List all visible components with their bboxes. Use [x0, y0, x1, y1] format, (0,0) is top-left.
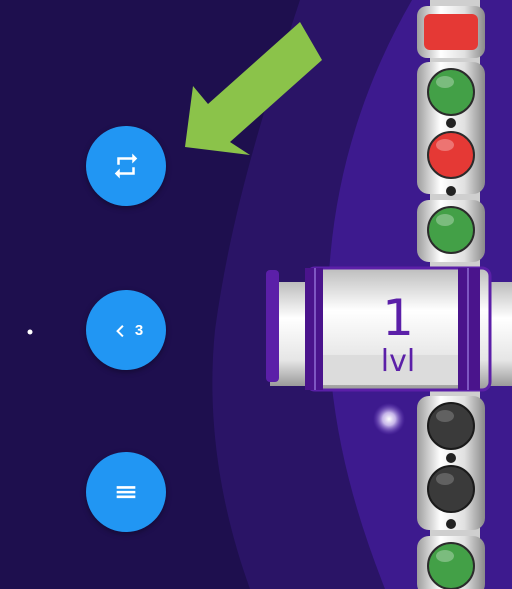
- sparkle: [27, 329, 33, 335]
- menu-button[interactable]: [86, 452, 166, 532]
- light-module-1: [417, 62, 485, 196]
- top-cap: [417, 6, 485, 58]
- light-module-4: [417, 536, 485, 589]
- restart-button[interactable]: [86, 126, 166, 206]
- light-module-2: [417, 200, 485, 262]
- level-number: 1: [382, 289, 414, 347]
- level-label: lvl: [380, 344, 416, 379]
- undo-count: 3: [134, 321, 144, 339]
- light-module-3: [417, 396, 485, 530]
- chevron-left-icon: [109, 319, 131, 341]
- undo-button[interactable]: 3: [86, 290, 166, 370]
- glow-orb: [373, 403, 405, 435]
- menu-icon: [112, 478, 140, 506]
- repeat-icon: [111, 151, 141, 181]
